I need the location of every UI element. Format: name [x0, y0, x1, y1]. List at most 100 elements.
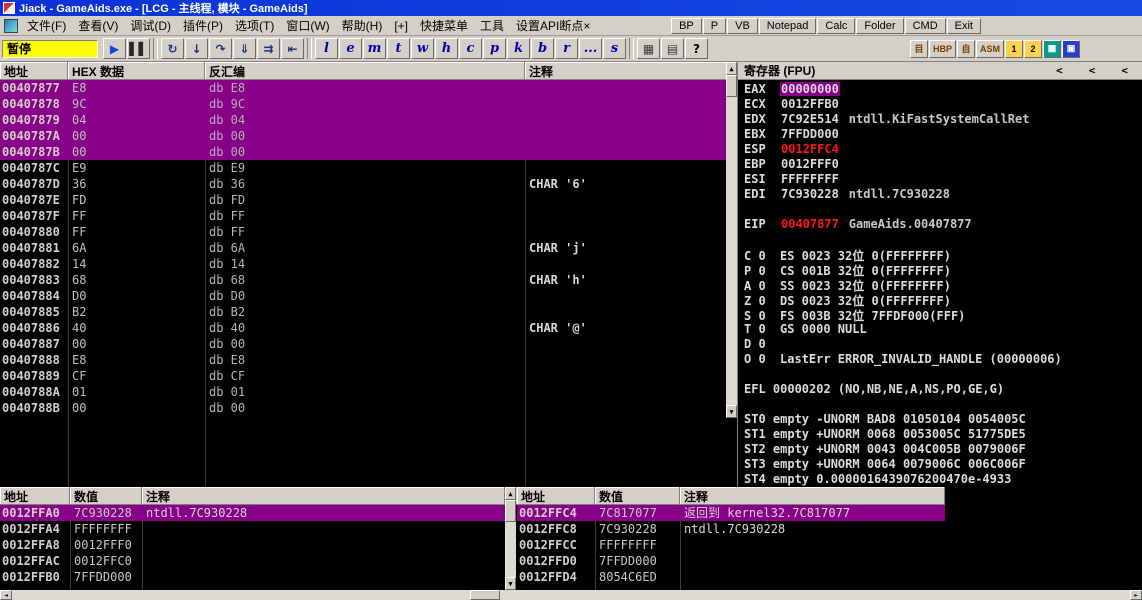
register-line[interactable]: ST3 empty +UNORM 0064 0079006C 006C006F — [744, 457, 1142, 472]
disasm-row[interactable]: 0040788A 01 db 01 — [0, 384, 737, 400]
register-line[interactable]: Z 0 DS 0023 32位 0(FFFFFFFF) — [744, 292, 1142, 307]
plugin-button-calc[interactable]: Calc — [817, 17, 856, 34]
scroll-up-icon[interactable]: ▲ — [505, 487, 516, 500]
disasm-row[interactable]: 00407886 40 db 40 CHAR '@' — [0, 320, 737, 336]
menu-item[interactable]: 窗口(W) — [280, 15, 335, 36]
restart-button[interactable]: ↻ — [161, 38, 184, 59]
stack-header-address[interactable]: 地址 — [0, 487, 70, 504]
stack-header-address[interactable]: 地址 — [517, 487, 595, 504]
register-line[interactable]: ST2 empty +UNORM 0043 004C005B 0079006F — [744, 442, 1142, 457]
plugin-button-bp[interactable]: BP — [671, 17, 702, 34]
stack-header-value[interactable]: 数值 — [70, 487, 142, 504]
register-line[interactable]: D 0 — [744, 337, 1142, 352]
register-line[interactable]: EBP 0012FFF0 — [744, 157, 1142, 172]
stack-row[interactable]: 0012FFA8 0012FFF0 — [0, 537, 505, 553]
executables-window-button[interactable]: e — [339, 38, 362, 59]
register-line[interactable]: T 0 GS 0000 NULL — [744, 322, 1142, 337]
references-window-button[interactable]: r — [555, 38, 578, 59]
plugin-button-p[interactable]: P — [702, 17, 727, 34]
disasm-row[interactable]: 0040787E FD db FD — [0, 192, 737, 208]
windows-list-button[interactable]: ▦ — [637, 38, 660, 59]
handles-window-button[interactable]: h — [435, 38, 458, 59]
plugin-button-exit[interactable]: Exit — [946, 17, 981, 34]
pause-button[interactable]: ▌▌ — [127, 38, 150, 59]
disasm-scrollbar[interactable]: ▲ ▼ — [726, 62, 737, 418]
menu-item[interactable]: 插件(P) — [177, 15, 229, 36]
threads-window-button[interactable]: t — [387, 38, 410, 59]
step-over-button[interactable]: ↷ — [209, 38, 232, 59]
help-button[interactable]: ? — [685, 38, 708, 59]
disasm-header-hex[interactable]: HEX 数据 — [68, 62, 205, 79]
disasm-row[interactable]: 00407884 D0 db D0 — [0, 288, 737, 304]
register-line[interactable]: EBX 7FFDD000 — [744, 127, 1142, 142]
register-line[interactable]: C 0 ES 0023 32位 0(FFFFFFFF) — [744, 247, 1142, 262]
scroll-thumb[interactable] — [726, 75, 737, 97]
toolbar-mini-button[interactable]: 1 — [1005, 39, 1023, 58]
register-line[interactable]: ST4 empty 0.0000016439076200470e-4933 — [744, 472, 1142, 487]
chevron-left-icon[interactable]: < — [1056, 64, 1063, 77]
stack-row[interactable]: 0012FFC8 7C930228 ntdll.7C930228 — [517, 521, 945, 537]
menu-item[interactable]: 工具 — [474, 15, 510, 36]
horizontal-scrollbar[interactable]: ◄ ► — [0, 590, 1142, 600]
toolbar-mini-button[interactable]: 目 — [909, 39, 928, 58]
stack-row[interactable]: 0012FFA4 FFFFFFFF — [0, 521, 505, 537]
register-line[interactable]: EFL 00000202 (NO,NB,NE,A,NS,PO,GE,G) — [744, 382, 1142, 397]
scroll-thumb[interactable] — [505, 500, 516, 522]
cpu-window-button[interactable]: c — [459, 38, 482, 59]
disasm-row[interactable]: 0040787F FF db FF — [0, 208, 737, 224]
source-window-button[interactable]: s — [603, 38, 626, 59]
disasm-row[interactable]: 00407882 14 db 14 — [0, 256, 737, 272]
disasm-row[interactable]: 0040787C E9 db E9 — [0, 160, 737, 176]
disasm-header-comment[interactable]: 注释 — [525, 62, 737, 79]
call-stack-window-button[interactable]: k — [507, 38, 530, 59]
scroll-left-icon[interactable]: ◄ — [0, 590, 12, 600]
register-line[interactable]: ESI FFFFFFFF — [744, 172, 1142, 187]
toolbar-mini-button[interactable]: ▦ — [1043, 39, 1061, 58]
disasm-row[interactable]: 0040787B 00 db 00 — [0, 144, 737, 160]
disasm-row[interactable]: 0040787D 36 db 36 CHAR '6' — [0, 176, 737, 192]
execute-till-return-button[interactable]: ⇤ — [281, 38, 304, 59]
scroll-track[interactable] — [505, 522, 516, 577]
stack-row[interactable]: 0012FFC4 7C817077 返回到 kernel32.7C817077 — [517, 505, 945, 521]
register-line[interactable]: EAX 00000000 — [744, 82, 1142, 97]
memory-window-button[interactable]: m — [363, 38, 386, 59]
stack-row[interactable]: 0012FFCC FFFFFFFF — [517, 537, 945, 553]
disasm-row[interactable]: 00407880 FF db FF — [0, 224, 737, 240]
menu-item[interactable]: 调试(D) — [124, 15, 177, 36]
breakpoints-window-button[interactable]: b — [531, 38, 554, 59]
chevron-left-icon[interactable]: < — [1089, 64, 1096, 77]
stack-row[interactable]: 0012FFAC 0012FFC0 — [0, 553, 505, 569]
disasm-header-address[interactable]: 地址 — [0, 62, 68, 79]
scroll-thumb[interactable] — [470, 590, 501, 600]
register-line[interactable]: EIP 00407877 GameAids.00407877 — [744, 217, 1142, 232]
disasm-row[interactable]: 00407883 68 db 68 CHAR 'h' — [0, 272, 737, 288]
run-trace-window-button[interactable]: ... — [579, 38, 602, 59]
register-line[interactable]: P 0 CS 001B 32位 0(FFFFFFFF) — [744, 262, 1142, 277]
disasm-row[interactable]: 0040788B 00 db 00 — [0, 400, 737, 416]
scroll-down-icon[interactable]: ▼ — [505, 577, 516, 590]
scroll-right-icon[interactable]: ► — [1130, 590, 1142, 600]
patches-window-button[interactable]: p — [483, 38, 506, 59]
menu-item[interactable]: 快捷菜单 — [414, 15, 474, 36]
disasm-row[interactable]: 00407881 6A db 6A CHAR 'j' — [0, 240, 737, 256]
register-line[interactable]: A 0 SS 0023 32位 0(FFFFFFFF) — [744, 277, 1142, 292]
chevron-left-icon[interactable]: < — [1121, 64, 1128, 77]
disasm-row[interactable]: 00407878 9C db 9C — [0, 96, 737, 112]
register-line[interactable]: ECX 0012FFB0 — [744, 97, 1142, 112]
disasm-row[interactable]: 0040787A 00 db 00 — [0, 128, 737, 144]
stack-row[interactable]: 0012FFD0 7FFDD000 — [517, 553, 945, 569]
mdi-child-icon[interactable] — [4, 18, 18, 33]
register-line[interactable]: S 0 FS 003B 32位 7FFDF000(FFF) — [744, 307, 1142, 322]
toolbar-mini-button[interactable]: 2 — [1024, 39, 1042, 58]
run-button[interactable]: ▶ — [103, 38, 126, 59]
plugin-button-cmd[interactable]: CMD — [904, 17, 946, 34]
menu-item[interactable]: 设置API断点× — [510, 15, 596, 36]
register-line[interactable]: O 0 LastErr ERROR_INVALID_HANDLE (0000000… — [744, 352, 1142, 367]
register-line[interactable]: ESP 0012FFC4 — [744, 142, 1142, 157]
disasm-row[interactable]: 00407887 00 db 00 — [0, 336, 737, 352]
menu-item[interactable]: 查看(V) — [72, 15, 124, 36]
stack-row[interactable]: 0012FFB0 7FFDD000 — [0, 569, 505, 585]
scroll-up-icon[interactable]: ▲ — [726, 62, 737, 75]
disasm-row[interactable]: 00407885 B2 db B2 — [0, 304, 737, 320]
animate-into-button[interactable]: ⇓ — [233, 38, 256, 59]
